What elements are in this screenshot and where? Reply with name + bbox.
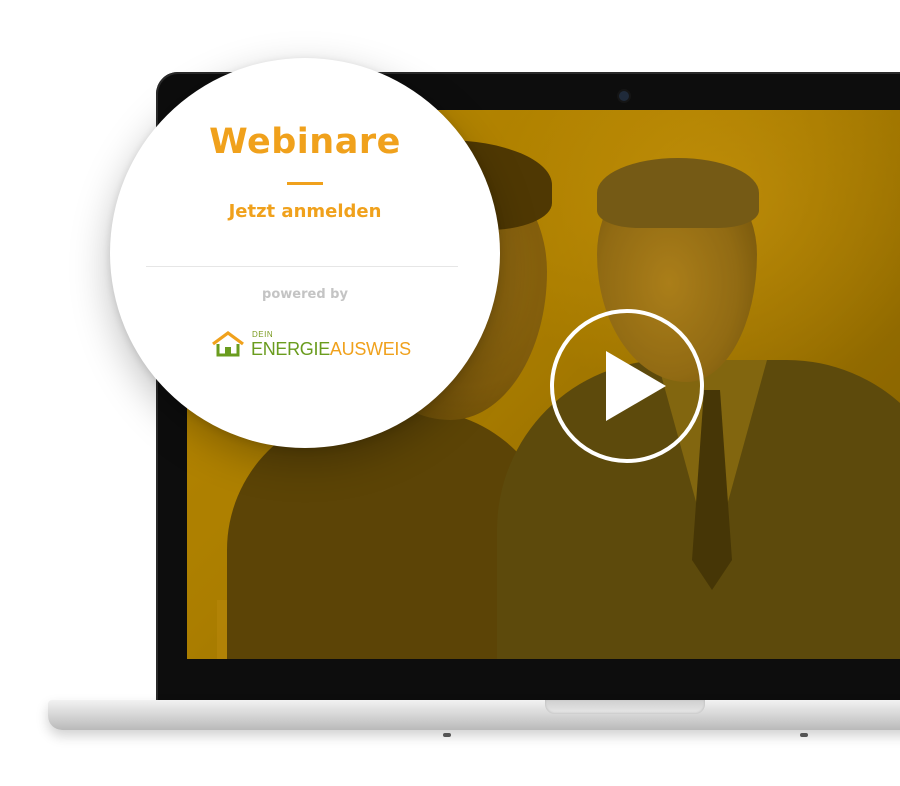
callout-divider <box>146 266 458 267</box>
logo-word-primary: ENERGIE <box>251 339 330 359</box>
laptop-base-notch <box>545 700 705 714</box>
play-icon <box>606 351 666 421</box>
logo-prefix: DEIN <box>252 330 274 339</box>
register-link[interactable]: Jetzt anmelden <box>110 201 500 222</box>
house-icon <box>212 331 244 357</box>
laptop-foot <box>800 733 808 737</box>
laptop-foot <box>443 733 451 737</box>
callout-title: Webinare <box>209 122 401 162</box>
title-underline <box>287 182 323 185</box>
stage: Webinare Jetzt anmelden powered by DEIN … <box>0 0 900 786</box>
logo-word-secondary: AUSWEIS <box>329 339 411 359</box>
logo-wordmark: ENERGIEAUSWEIS <box>251 339 411 360</box>
play-button[interactable] <box>550 309 704 463</box>
laptop-base <box>48 700 900 730</box>
powered-by-label: powered by <box>262 287 348 302</box>
laptop-camera <box>619 91 629 101</box>
dein-energieausweis-logo[interactable]: DEIN ENERGIEAUSWEIS <box>211 329 411 361</box>
webinar-callout: Webinare Jetzt anmelden powered by DEIN … <box>110 58 500 448</box>
